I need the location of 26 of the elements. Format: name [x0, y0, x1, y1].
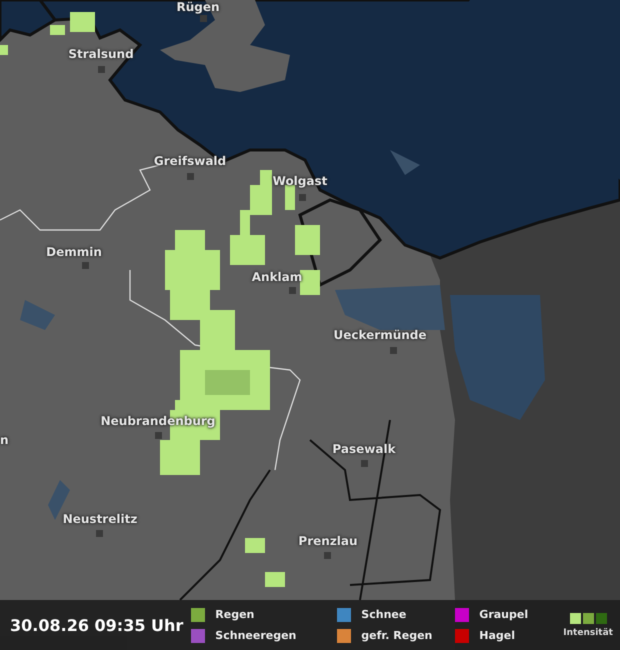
legend-label: gefr. Regen	[361, 629, 432, 642]
legend-label: Schnee	[361, 608, 406, 621]
city-label: Demmin	[46, 245, 102, 259]
city-marker-icon	[155, 432, 162, 439]
timestamp: 30.08.26 09:35 Uhr	[10, 616, 184, 634]
city-marker-icon	[200, 15, 207, 22]
city-label: Ueckermünde	[333, 328, 427, 342]
city-label: n	[0, 433, 9, 447]
city-marker-icon	[299, 194, 306, 201]
city-marker-icon	[390, 347, 397, 354]
city-marker-icon	[361, 460, 368, 467]
intensity-label: Intensität	[563, 628, 613, 638]
city-marker-icon	[82, 262, 89, 269]
legend-label: Regen	[215, 608, 254, 621]
legend-label: Graupel	[479, 608, 528, 621]
city-label: Neustrelitz	[62, 512, 138, 526]
city-label: Rügen	[176, 0, 220, 14]
city-marker-icon	[324, 552, 331, 559]
legend-label: Schneeregen	[215, 629, 296, 642]
city-label: Greifswald	[154, 154, 226, 168]
city-marker-icon	[98, 66, 105, 73]
city-marker-icon	[187, 173, 194, 180]
city-label: Prenzlau	[298, 534, 358, 548]
city-marker-icon	[96, 530, 103, 537]
city-marker-icon	[289, 287, 296, 294]
legend-label: Hagel	[479, 629, 516, 642]
